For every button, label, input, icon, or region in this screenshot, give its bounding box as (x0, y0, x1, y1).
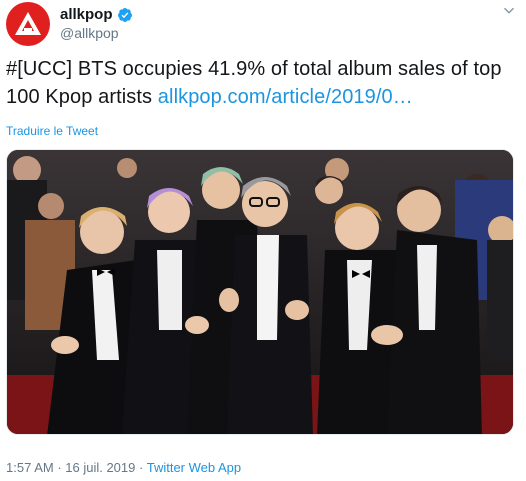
article-link[interactable]: allkpop.com/article/2019/0… (158, 86, 413, 108)
tweet-time[interactable]: 1:57 AM (6, 460, 54, 475)
tweet-text: #[UCC] BTS occupies 41.9% of total album… (6, 55, 516, 111)
tweet-meta: 1:57 AM · 16 juil. 2019 · Twitter Web Ap… (6, 460, 241, 475)
tweet-photo[interactable] (6, 149, 514, 435)
source-app-link[interactable]: Twitter Web App (147, 460, 241, 475)
verified-badge-icon (117, 7, 132, 22)
avatar[interactable] (6, 2, 50, 46)
group-photo-icon (7, 150, 513, 434)
display-name[interactable]: allkpop (60, 6, 113, 23)
meta-separator: · (53, 460, 66, 475)
user-names: allkpop @allkpop (60, 6, 133, 41)
display-name-row: allkpop (60, 6, 133, 23)
translate-tweet-link[interactable]: Traduire le Tweet (6, 124, 98, 138)
user-handle[interactable]: @allkpop (60, 25, 133, 41)
tweet-date[interactable]: 16 juil. 2019 (65, 460, 135, 475)
chevron-down-icon[interactable] (502, 4, 516, 18)
meta-separator-2: · (135, 460, 147, 475)
tweet-header: allkpop @allkpop (6, 2, 516, 46)
tweet: allkpop @allkpop #[UCC] BTS occupies 41.… (0, 0, 526, 481)
allkpop-logo-icon (15, 12, 41, 35)
